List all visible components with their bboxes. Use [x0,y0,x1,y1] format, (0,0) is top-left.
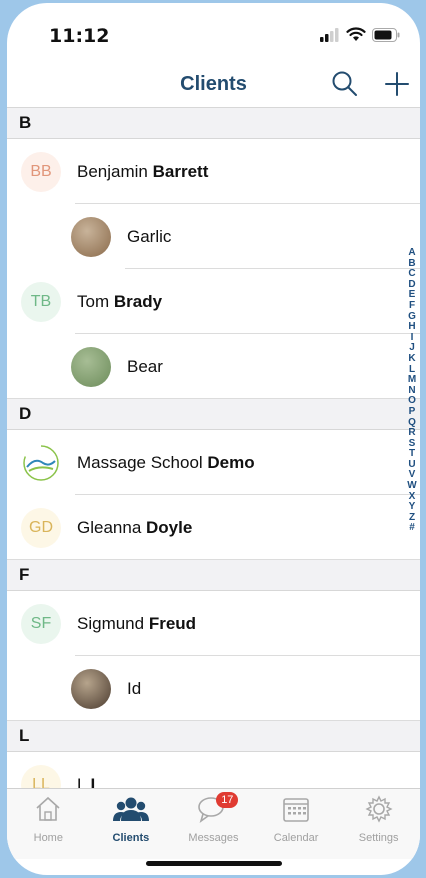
tab-label: Home [33,832,63,844]
client-first-name: Benjamin [77,161,153,181]
row-separator [7,720,420,721]
massage-school-logo-icon [21,443,61,483]
client-name: Benjamin Barrett [77,162,208,182]
tab-messages[interactable]: 17 Messages [172,789,255,859]
client-row[interactable]: SF Sigmund Freud [7,591,420,656]
pet-row[interactable]: Bear [7,334,420,399]
battery-icon [372,27,400,42]
pet-name: Id [127,678,142,698]
search-icon[interactable] [330,69,360,99]
status-time: 11:12 [49,25,110,47]
pet-row[interactable]: Id [7,656,420,721]
client-name: Tom Brady [77,292,162,312]
clients-icon [112,795,149,828]
tab-settings[interactable]: Settings [337,789,420,859]
tab-calendar[interactable]: Calendar [255,789,338,859]
client-row[interactable]: BB Benjamin Barrett [7,139,420,204]
pet-name: Bear [127,356,163,376]
section-header-d: D [7,399,420,430]
tab-label: Settings [358,832,399,844]
client-name: Sigmund Freud [77,614,196,634]
client-first-name: Sigmund [77,613,149,633]
pet-photo [71,346,111,387]
alphabet-index[interactable]: A B C D E F G H I J K L M N O P Q R S T U V W X Y Z # [405,247,419,534]
home-indicator [146,861,282,866]
client-last-name: Freud [148,613,197,633]
phone-screen: 11:12 Clients B BB Benjamin Barrett Garl… [7,3,420,875]
index-letter[interactable]: A [408,247,415,259]
settings-icon [364,795,394,828]
index-letter[interactable]: F [409,300,415,312]
client-first-name: Gleanna [77,517,146,537]
pet-photo [71,668,111,709]
client-initials-avatar: BB [21,151,61,192]
row-separator [7,559,420,560]
section-header-f: F [7,560,420,591]
section-header-l: L [7,721,420,752]
tab-label: Clients [112,832,150,844]
tab-bar: Home Clients 17 Messages Calendar Settings [7,788,420,859]
status-icons [320,27,400,42]
index-letter[interactable]: # [409,523,415,534]
signal-icon [320,27,339,42]
client-initials-avatar: SF [21,603,61,644]
client-name: Gleanna Doyle [77,518,192,538]
section-header-b: B [7,108,420,139]
client-row[interactable]: TB Tom Brady [7,269,420,334]
tab-clients[interactable]: Clients [90,789,173,859]
tab-label: Messages [188,832,239,844]
home-icon [33,795,63,828]
client-initials-avatar: GD [21,507,61,548]
pet-photo [71,216,111,257]
client-row[interactable]: Massage School Demo [7,430,420,495]
calendar-icon [281,795,311,828]
tab-home[interactable]: Home [7,789,90,859]
client-list[interactable]: B BB Benjamin Barrett Garlic TB Tom Brady Bear… [7,107,420,794]
unread-badge: 17 [216,792,239,808]
client-first-name: Massage School [77,452,208,472]
tab-label: Calendar [273,832,319,844]
pet-row[interactable]: Garlic [7,204,420,269]
nav-bar: Clients [7,63,420,105]
add-client-button[interactable] [382,69,412,99]
client-first-name: Tom [77,291,114,311]
client-last-name: Doyle [146,517,193,537]
index-letter[interactable]: P [409,406,416,418]
client-initials-avatar: TB [21,281,61,322]
row-separator [7,398,420,399]
pet-name: Garlic [127,226,172,246]
index-letter[interactable]: K [408,353,415,365]
client-last-name: Barrett [152,161,209,181]
client-name: Massage School Demo [77,453,255,473]
client-last-name: Brady [113,291,163,311]
status-bar: 11:12 [7,3,420,63]
client-last-name: Demo [207,452,255,472]
wifi-icon [346,27,366,41]
client-row[interactable]: GD Gleanna Doyle [7,495,420,560]
